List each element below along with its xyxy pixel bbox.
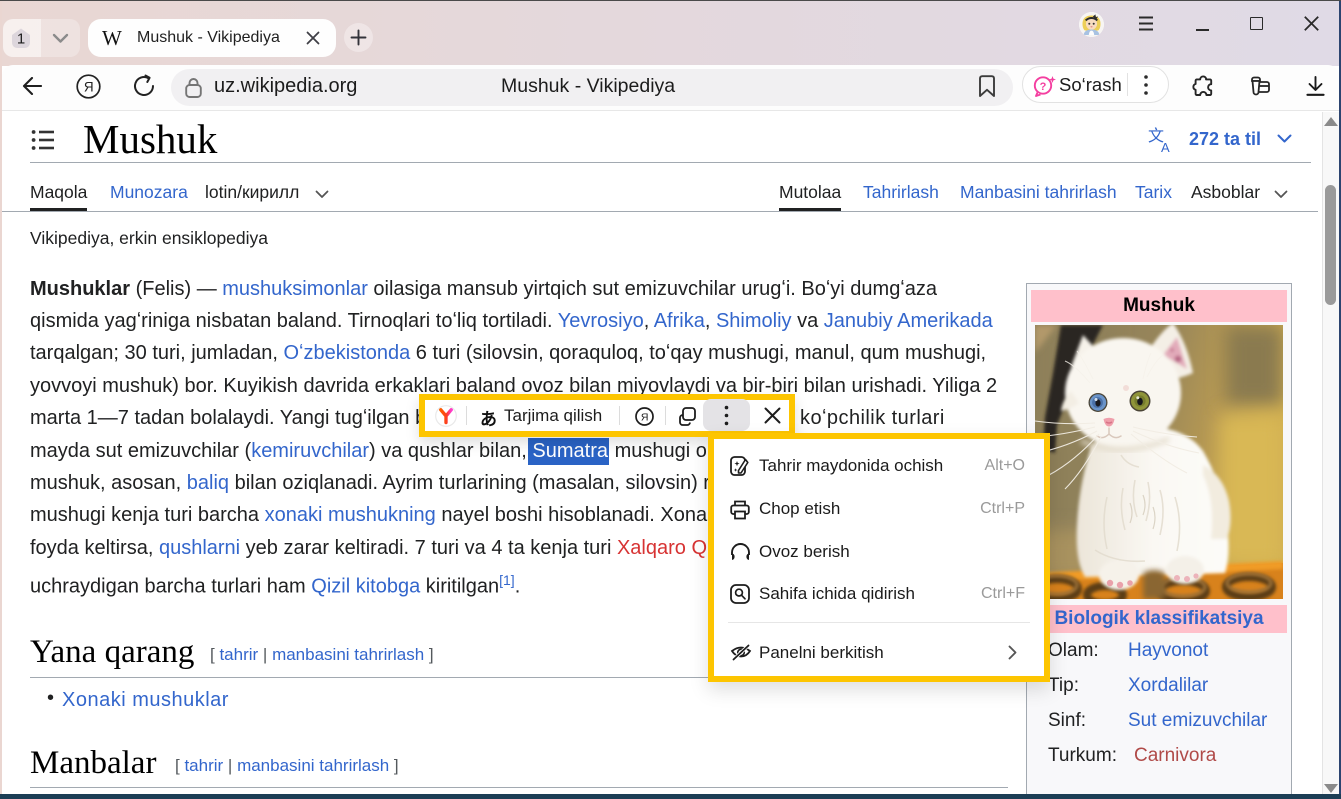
svg-text:A: A bbox=[1161, 140, 1170, 153]
svg-text:Я: Я bbox=[641, 411, 649, 423]
svg-text:1: 1 bbox=[17, 31, 25, 48]
svg-text:?: ? bbox=[1040, 81, 1047, 93]
svg-text:Я: Я bbox=[84, 80, 94, 95]
